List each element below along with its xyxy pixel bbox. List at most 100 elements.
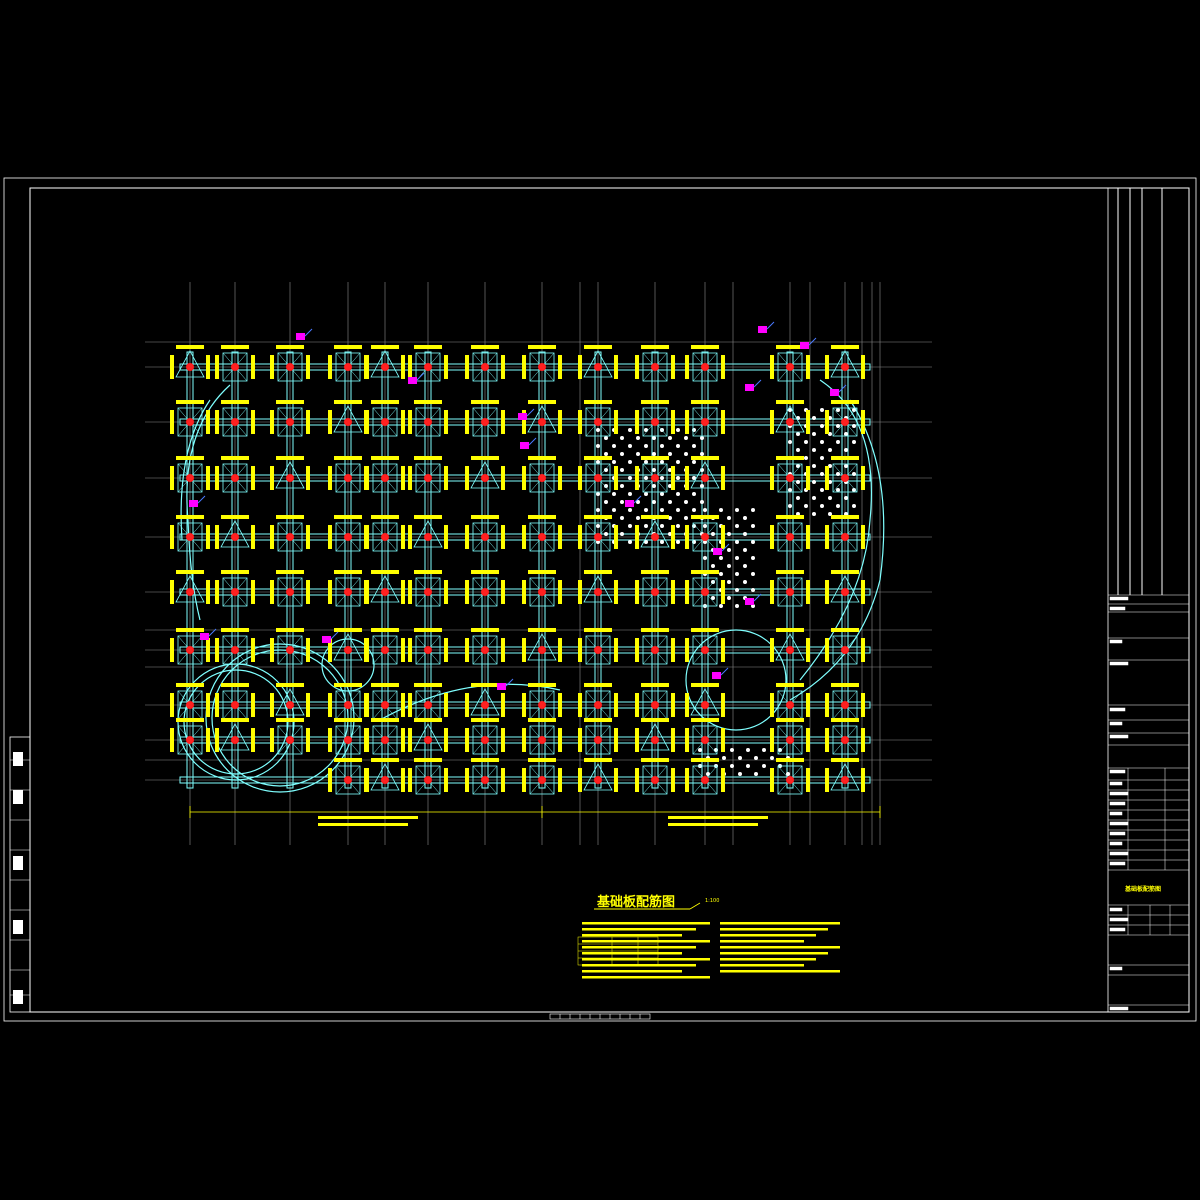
rebar-bar-horizontal bbox=[584, 515, 612, 519]
hatch-dot bbox=[820, 504, 824, 508]
rebar-bar-horizontal bbox=[334, 570, 362, 574]
pile bbox=[841, 533, 849, 541]
rebar-bar-vertical bbox=[306, 728, 310, 752]
rebar-bar-vertical bbox=[465, 638, 469, 662]
rebar-bar-vertical bbox=[328, 693, 332, 717]
rebar-bar-horizontal bbox=[371, 758, 399, 762]
rebar-bar-vertical bbox=[215, 638, 219, 662]
rebar-bar-vertical bbox=[614, 355, 618, 379]
pile bbox=[701, 701, 709, 709]
hatch-dot bbox=[644, 460, 648, 464]
hatch-dot bbox=[628, 492, 632, 496]
rebar-bar-vertical bbox=[770, 466, 774, 490]
rebar-bar-horizontal bbox=[276, 683, 304, 687]
hatch-dot bbox=[719, 508, 723, 512]
hatch-dot bbox=[644, 476, 648, 480]
hatch-dot bbox=[652, 468, 656, 472]
rebar-bar-vertical bbox=[401, 410, 405, 434]
rebar-bar-vertical bbox=[270, 638, 274, 662]
hatch-dot bbox=[812, 448, 816, 452]
rebar-bar-vertical bbox=[671, 466, 675, 490]
hatch-dot bbox=[676, 508, 680, 512]
note-line bbox=[582, 934, 682, 937]
rebar-bar-horizontal bbox=[371, 570, 399, 574]
rebar-bar-horizontal bbox=[528, 345, 556, 349]
rebar-bar-vertical bbox=[465, 693, 469, 717]
rebar-bar-vertical bbox=[825, 410, 829, 434]
rebar-bar-horizontal bbox=[371, 515, 399, 519]
title-block-text bbox=[1109, 861, 1126, 866]
hatch-dot bbox=[596, 428, 600, 432]
hatch-dot bbox=[743, 548, 747, 552]
hatch-dot bbox=[652, 436, 656, 440]
title-block-text bbox=[1109, 791, 1129, 796]
rebar-bar-horizontal bbox=[221, 628, 249, 632]
rebar-bar-horizontal bbox=[176, 683, 204, 687]
rebar-bar-horizontal bbox=[221, 683, 249, 687]
pile bbox=[538, 363, 546, 371]
pile bbox=[841, 588, 849, 596]
rebar-bar-horizontal bbox=[221, 515, 249, 519]
rebar-bar-vertical bbox=[328, 768, 332, 792]
rebar-bar-vertical bbox=[206, 693, 210, 717]
hatch-dot bbox=[735, 588, 739, 592]
rebar-bar-vertical bbox=[444, 355, 448, 379]
rebar-bar-vertical bbox=[270, 693, 274, 717]
pile bbox=[841, 363, 849, 371]
hatch-dot bbox=[668, 500, 672, 504]
note-line bbox=[582, 958, 710, 961]
rebar-bar-vertical bbox=[671, 580, 675, 604]
rebar-bar-vertical bbox=[306, 638, 310, 662]
rebar-bar-horizontal bbox=[176, 515, 204, 519]
pile bbox=[481, 533, 489, 541]
note-line bbox=[720, 958, 816, 961]
rebar-bar-vertical bbox=[721, 355, 725, 379]
rebar-bar-vertical bbox=[501, 466, 505, 490]
rebar-bar-vertical bbox=[558, 466, 562, 490]
hatch-dot bbox=[676, 492, 680, 496]
rebar-bar-horizontal bbox=[221, 570, 249, 574]
hatch-dot bbox=[676, 476, 680, 480]
hatch-dot bbox=[735, 540, 739, 544]
section-tag bbox=[520, 442, 529, 449]
hatch-dot bbox=[844, 496, 848, 500]
rebar-bar-horizontal bbox=[831, 758, 859, 762]
hatch-dot bbox=[786, 772, 790, 776]
rebar-bar-vertical bbox=[306, 466, 310, 490]
rebar-bar-vertical bbox=[501, 768, 505, 792]
rebar-bar-vertical bbox=[671, 355, 675, 379]
strip-label bbox=[13, 990, 23, 1004]
pile bbox=[286, 736, 294, 744]
title-block-text bbox=[1109, 966, 1123, 971]
note-line bbox=[582, 928, 696, 931]
hatch-dot bbox=[836, 424, 840, 428]
rebar-bar-horizontal bbox=[584, 456, 612, 460]
rebar-bar-vertical bbox=[825, 525, 829, 549]
pile bbox=[186, 588, 194, 596]
hatch-dot bbox=[836, 504, 840, 508]
section-tag bbox=[758, 326, 767, 333]
pile bbox=[786, 646, 794, 654]
hatch-dot bbox=[676, 524, 680, 528]
rebar-bar-vertical bbox=[215, 355, 219, 379]
rebar-bar-vertical bbox=[770, 580, 774, 604]
pile bbox=[231, 418, 239, 426]
hatch-dot bbox=[719, 556, 723, 560]
rebar-bar-horizontal bbox=[641, 570, 669, 574]
rebar-bar-horizontal bbox=[831, 628, 859, 632]
rebar-bar-vertical bbox=[685, 355, 689, 379]
hatch-dot bbox=[660, 476, 664, 480]
title-block-text bbox=[1109, 781, 1123, 786]
rebar-bar-vertical bbox=[721, 768, 725, 792]
note-line bbox=[582, 922, 710, 925]
hatch-dot bbox=[735, 556, 739, 560]
rebar-bar-horizontal bbox=[334, 758, 362, 762]
hatch-dot bbox=[738, 772, 742, 776]
pile bbox=[651, 646, 659, 654]
rebar-bar-vertical bbox=[170, 355, 174, 379]
rebar-bar-horizontal bbox=[276, 570, 304, 574]
rebar-bar-vertical bbox=[614, 728, 618, 752]
pile bbox=[651, 701, 659, 709]
hatch-dot bbox=[754, 772, 758, 776]
rebar-bar-horizontal bbox=[528, 515, 556, 519]
